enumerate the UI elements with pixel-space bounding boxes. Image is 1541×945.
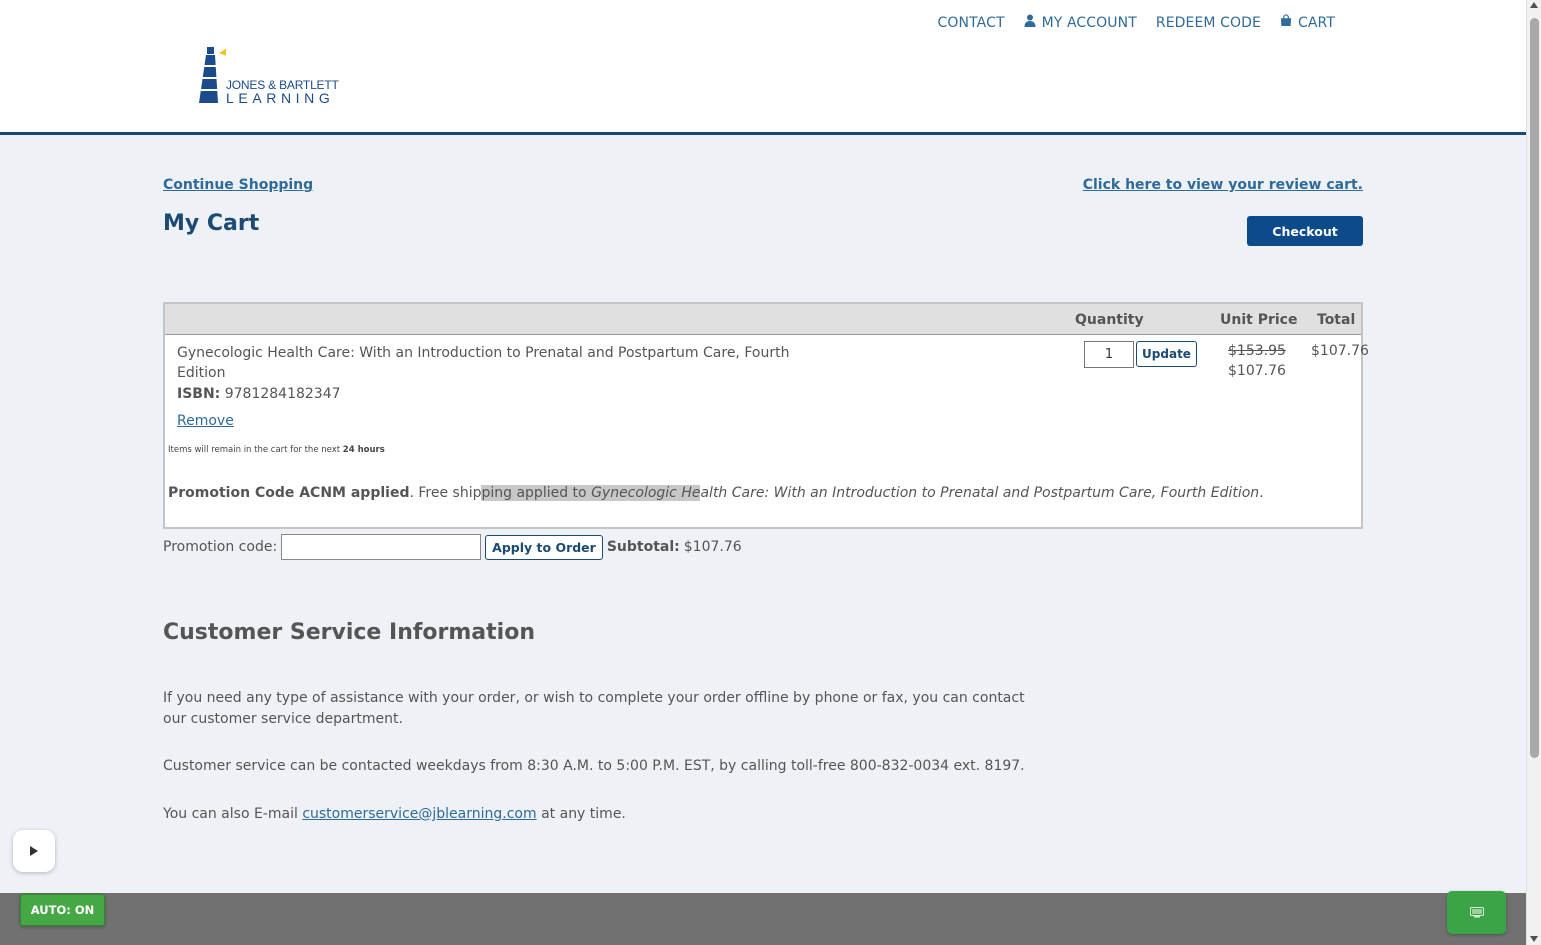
nav-my-account-label: MY ACCOUNT [1041, 14, 1137, 31]
column-header-quantity: Quantity [1075, 312, 1144, 328]
cart-table-header: Quantity Unit Price Total [165, 304, 1361, 335]
lighthouse-icon [199, 47, 226, 103]
chat-icon [1470, 907, 1484, 918]
nav-redeem-code[interactable]: REDEEM CODE [1156, 14, 1261, 31]
scroll-up-arrow-icon[interactable] [1530, 2, 1538, 8]
logo-text-bottom: LEARNING [226, 90, 335, 106]
promotion-code-label: Promotion code: [163, 539, 278, 555]
remove-item-link[interactable]: Remove [177, 413, 234, 429]
promo-highlight-plain: ping applied to [481, 485, 592, 501]
promo-applied-text: . Free ship [409, 485, 482, 501]
nav-cart[interactable]: CART [1280, 14, 1335, 31]
customer-service-paragraph-3: You can also E-mail customerservice@jble… [163, 806, 626, 822]
user-icon [1024, 14, 1036, 31]
selected-text-highlight: ping applied to Gynecologic He [481, 485, 701, 501]
cart-expiry-duration: 24 hours [342, 445, 385, 455]
subtotal-label: Subtotal: [606, 539, 680, 555]
isbn-label: ISBN: [177, 386, 221, 402]
promotion-code-input[interactable] [281, 534, 482, 560]
customer-service-heading: Customer Service Information [163, 620, 535, 645]
vertical-scrollbar[interactable] [1526, 0, 1541, 945]
nav-cart-label: CART [1297, 14, 1335, 31]
update-quantity-button[interactable]: Update [1136, 341, 1197, 367]
promotion-code-row: Promotion code: Apply to Order Subtotal:… [163, 534, 742, 560]
product-isbn: ISBN: 9781284182347 [177, 386, 341, 402]
scrollbar-thumb[interactable] [1530, 18, 1539, 758]
page-title: My Cart [163, 211, 260, 236]
promotion-applied-message: Promotion Code ACNM applied. Free shippi… [168, 485, 1264, 501]
nav-contact[interactable]: CONTACT [938, 14, 1005, 31]
shopping-bag-icon [1280, 14, 1292, 31]
subtotal-value: $107.76 [683, 539, 742, 555]
review-cart-link[interactable]: Click here to view your review cart. [1083, 177, 1363, 193]
promo-applied-bold: Promotion Code ACNM applied [168, 485, 410, 501]
promo-highlight-italic: Gynecologic He [591, 485, 701, 501]
checkout-button[interactable]: Checkout [1247, 216, 1363, 246]
footer-bar [0, 893, 1526, 945]
play-icon [30, 846, 38, 856]
original-price: $153.95 [1228, 343, 1286, 359]
scroll-down-arrow-icon[interactable] [1530, 936, 1538, 942]
product-title: Gynecologic Health Care: With an Introdu… [177, 345, 790, 381]
customer-service-paragraph-1: If you need any type of assistance with … [163, 690, 1025, 727]
apply-promo-button[interactable]: Apply to Order [485, 534, 603, 560]
cs-email-prefix: You can also E-mail [163, 806, 303, 822]
promo-product-italic: alth Care: With an Introduction to Prena… [700, 485, 1260, 501]
quantity-input[interactable] [1084, 341, 1134, 368]
jones-bartlett-logo[interactable]: JONES & BARTLETT LEARNING [198, 45, 339, 106]
continue-shopping-link[interactable]: Continue Shopping [163, 177, 313, 193]
chat-button[interactable] [1447, 891, 1506, 934]
auto-toggle-button[interactable]: AUTO: ON [20, 894, 105, 926]
page: CONTACT MY ACCOUNT REDEEM CODE CART JONE… [0, 0, 1526, 945]
line-total: $107.76 [1311, 343, 1369, 359]
nav-contact-label: CONTACT [937, 14, 1005, 31]
site-header: CONTACT MY ACCOUNT REDEEM CODE CART JONE… [0, 0, 1526, 135]
cart-expiry-prefix: Items will remain in the cart for the ne… [168, 445, 341, 455]
isbn-value: 9781284182347 [224, 386, 341, 402]
column-header-total: Total [1317, 312, 1356, 328]
unit-price: $107.76 [1228, 363, 1286, 379]
cart-table: Quantity Unit Price Total Gynecologic He… [163, 302, 1369, 529]
customer-service-paragraph-2: Customer service can be contacted weekda… [163, 758, 1025, 774]
customer-service-email-link[interactable]: customerservice@jblearning.com [302, 806, 536, 822]
promo-end: . [1259, 485, 1264, 501]
nav-my-account[interactable]: MY ACCOUNT [1024, 14, 1137, 31]
column-header-unit-price: Unit Price [1220, 312, 1298, 328]
nav-redeem-code-label: REDEEM CODE [1155, 14, 1261, 31]
cart-expiry-note: Items will remain in the cart for the ne… [168, 445, 385, 455]
top-nav: CONTACT MY ACCOUNT REDEEM CODE CART [938, 14, 1335, 31]
cs-email-suffix: at any time. [536, 806, 626, 822]
play-button[interactable] [13, 830, 55, 872]
